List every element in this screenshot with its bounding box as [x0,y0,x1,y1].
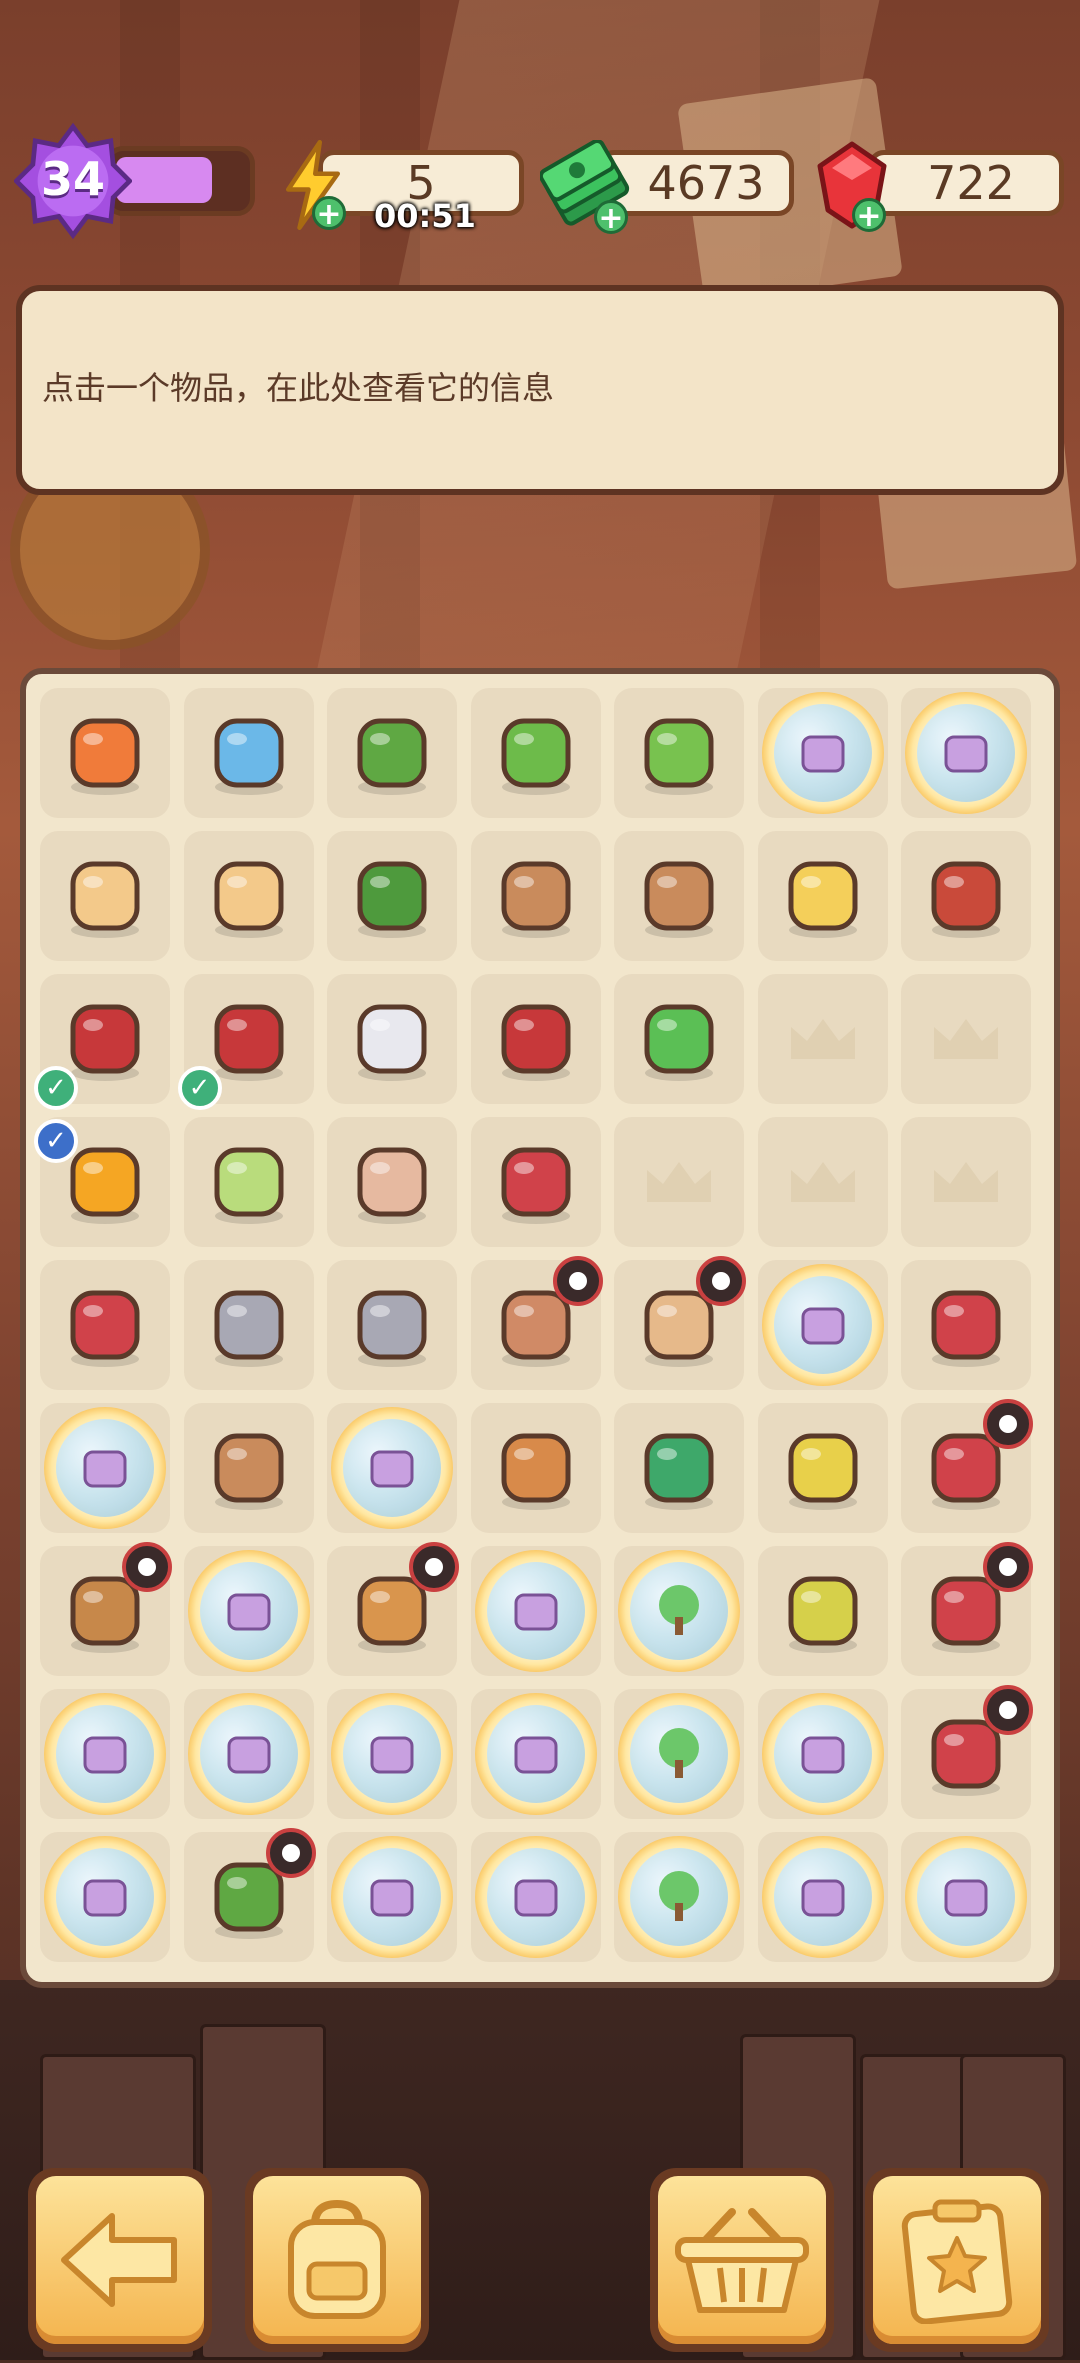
clay-shard-icon[interactable] [614,831,744,961]
pruning-shears-icon[interactable] [471,1117,601,1247]
basket-icon [675,2208,809,2313]
glow-bubble-icon[interactable] [758,1832,888,1962]
perfume-glow-icon[interactable] [40,1403,170,1533]
hand-fork-icon[interactable] [471,974,601,1104]
eye-badge-icon [983,1399,1033,1449]
basket-button[interactable] [650,2168,834,2352]
clay-pot-broken-icon[interactable] [471,831,601,961]
backpack-icon [288,2199,386,2319]
eye-badge-icon [983,1685,1033,1735]
item-info-text: 点击一个物品，在此处查看它的信息 [42,369,555,407]
eye-badge-icon [265,1828,316,1878]
event-chip-icon[interactable] [40,688,170,818]
backpack-button[interactable] [245,2168,429,2352]
item-info-panel: 点击一个物品，在此处查看它的信息 [16,285,1064,495]
mystery-crate-glow-icon[interactable] [758,688,888,818]
bubble-item-glow-icon[interactable] [758,1260,888,1390]
glow-bubble-icon[interactable] [471,1546,601,1676]
hourglass-icon[interactable] [184,688,314,818]
back-button[interactable] [28,2168,212,2352]
add-energy-button[interactable]: + [312,196,346,231]
magnifier-crate-glow-icon[interactable] [327,1403,457,1533]
work-gloves-icon[interactable] [327,974,457,1104]
clipboard-star-icon [901,2199,1013,2324]
checkmark-icon: ✓ [34,1066,78,1110]
hand-saw-icon[interactable] [40,1260,170,1390]
cash-value: 4673 [647,156,765,210]
energy-timer: 00:51 [374,197,476,235]
gem-counter: 722 [868,150,1064,216]
back-arrow-icon [61,2213,177,2307]
merge-board: ✓ ✓ ✓ [20,668,1060,1988]
red-tray-icon[interactable] [901,1260,1031,1390]
glow-bubble-icon[interactable] [40,1832,170,1962]
eye-badge-icon [552,1256,603,1306]
tasks-button[interactable] [865,2168,1049,2352]
glow-tree-bubble-icon[interactable] [614,1832,744,1962]
crown-placeholder-icon [758,1117,888,1247]
leather-case-icon[interactable] [471,1403,601,1533]
yellow-bucket-icon[interactable] [758,1403,888,1533]
berry-bush-icon[interactable] [327,831,457,961]
spotted-egg-icon[interactable] [758,831,888,961]
glow-bubble-icon[interactable] [184,1689,314,1819]
crown-placeholder-icon [614,1117,744,1247]
bonsai-icon[interactable] [614,1403,744,1533]
glow-bubble-icon[interactable] [758,1689,888,1819]
hand-trowel-icon[interactable] [901,831,1031,961]
pickaxe-icon[interactable] [184,1260,314,1390]
eye-badge-icon [983,1542,1033,1592]
glow-tree-bubble-icon[interactable] [614,1689,744,1819]
biscuit-icon[interactable] [184,831,314,961]
shanghai-soap-icon[interactable] [184,1117,314,1247]
eye-badge-icon [696,1256,746,1306]
potted-sprout-large-icon[interactable] [471,688,601,818]
add-cash-button[interactable]: + [594,200,628,235]
watering-can-icon[interactable] [758,1546,888,1676]
glow-bubble-icon[interactable] [471,1832,601,1962]
checkmark-icon: ✓ [177,1066,222,1110]
eye-badge-icon [409,1542,459,1592]
glow-bubble-icon[interactable] [40,1689,170,1819]
crown-placeholder-icon [758,974,888,1104]
lightbulb-crate-glow-icon[interactable] [901,688,1031,818]
green-dino-icon[interactable] [614,974,744,1104]
rake-icon[interactable] [327,1260,457,1390]
potted-plant-icon[interactable] [327,688,457,818]
biscuit-pair-icon[interactable] [40,831,170,961]
clay-planter-icon[interactable] [184,1403,314,1533]
glow-tree-bubble-icon[interactable] [614,1546,744,1676]
eye-badge-icon [122,1542,172,1592]
glow-bubble-icon[interactable] [901,1832,1031,1962]
glow-bubble-icon[interactable] [327,1832,457,1962]
glow-bubble-icon[interactable] [471,1689,601,1819]
add-gems-button[interactable]: + [852,198,886,233]
crown-placeholder-icon [901,974,1031,1104]
checkmark-icon: ✓ [34,1119,78,1163]
glass-vase-icon[interactable] [327,1117,457,1247]
glow-bubble-icon[interactable] [327,1689,457,1819]
potted-sprout-icon[interactable] [614,688,744,818]
gem-value: 722 [927,156,1015,210]
crown-placeholder-icon [901,1117,1031,1247]
level-number: 34 [40,152,105,206]
glow-bubble-icon[interactable] [184,1546,314,1676]
